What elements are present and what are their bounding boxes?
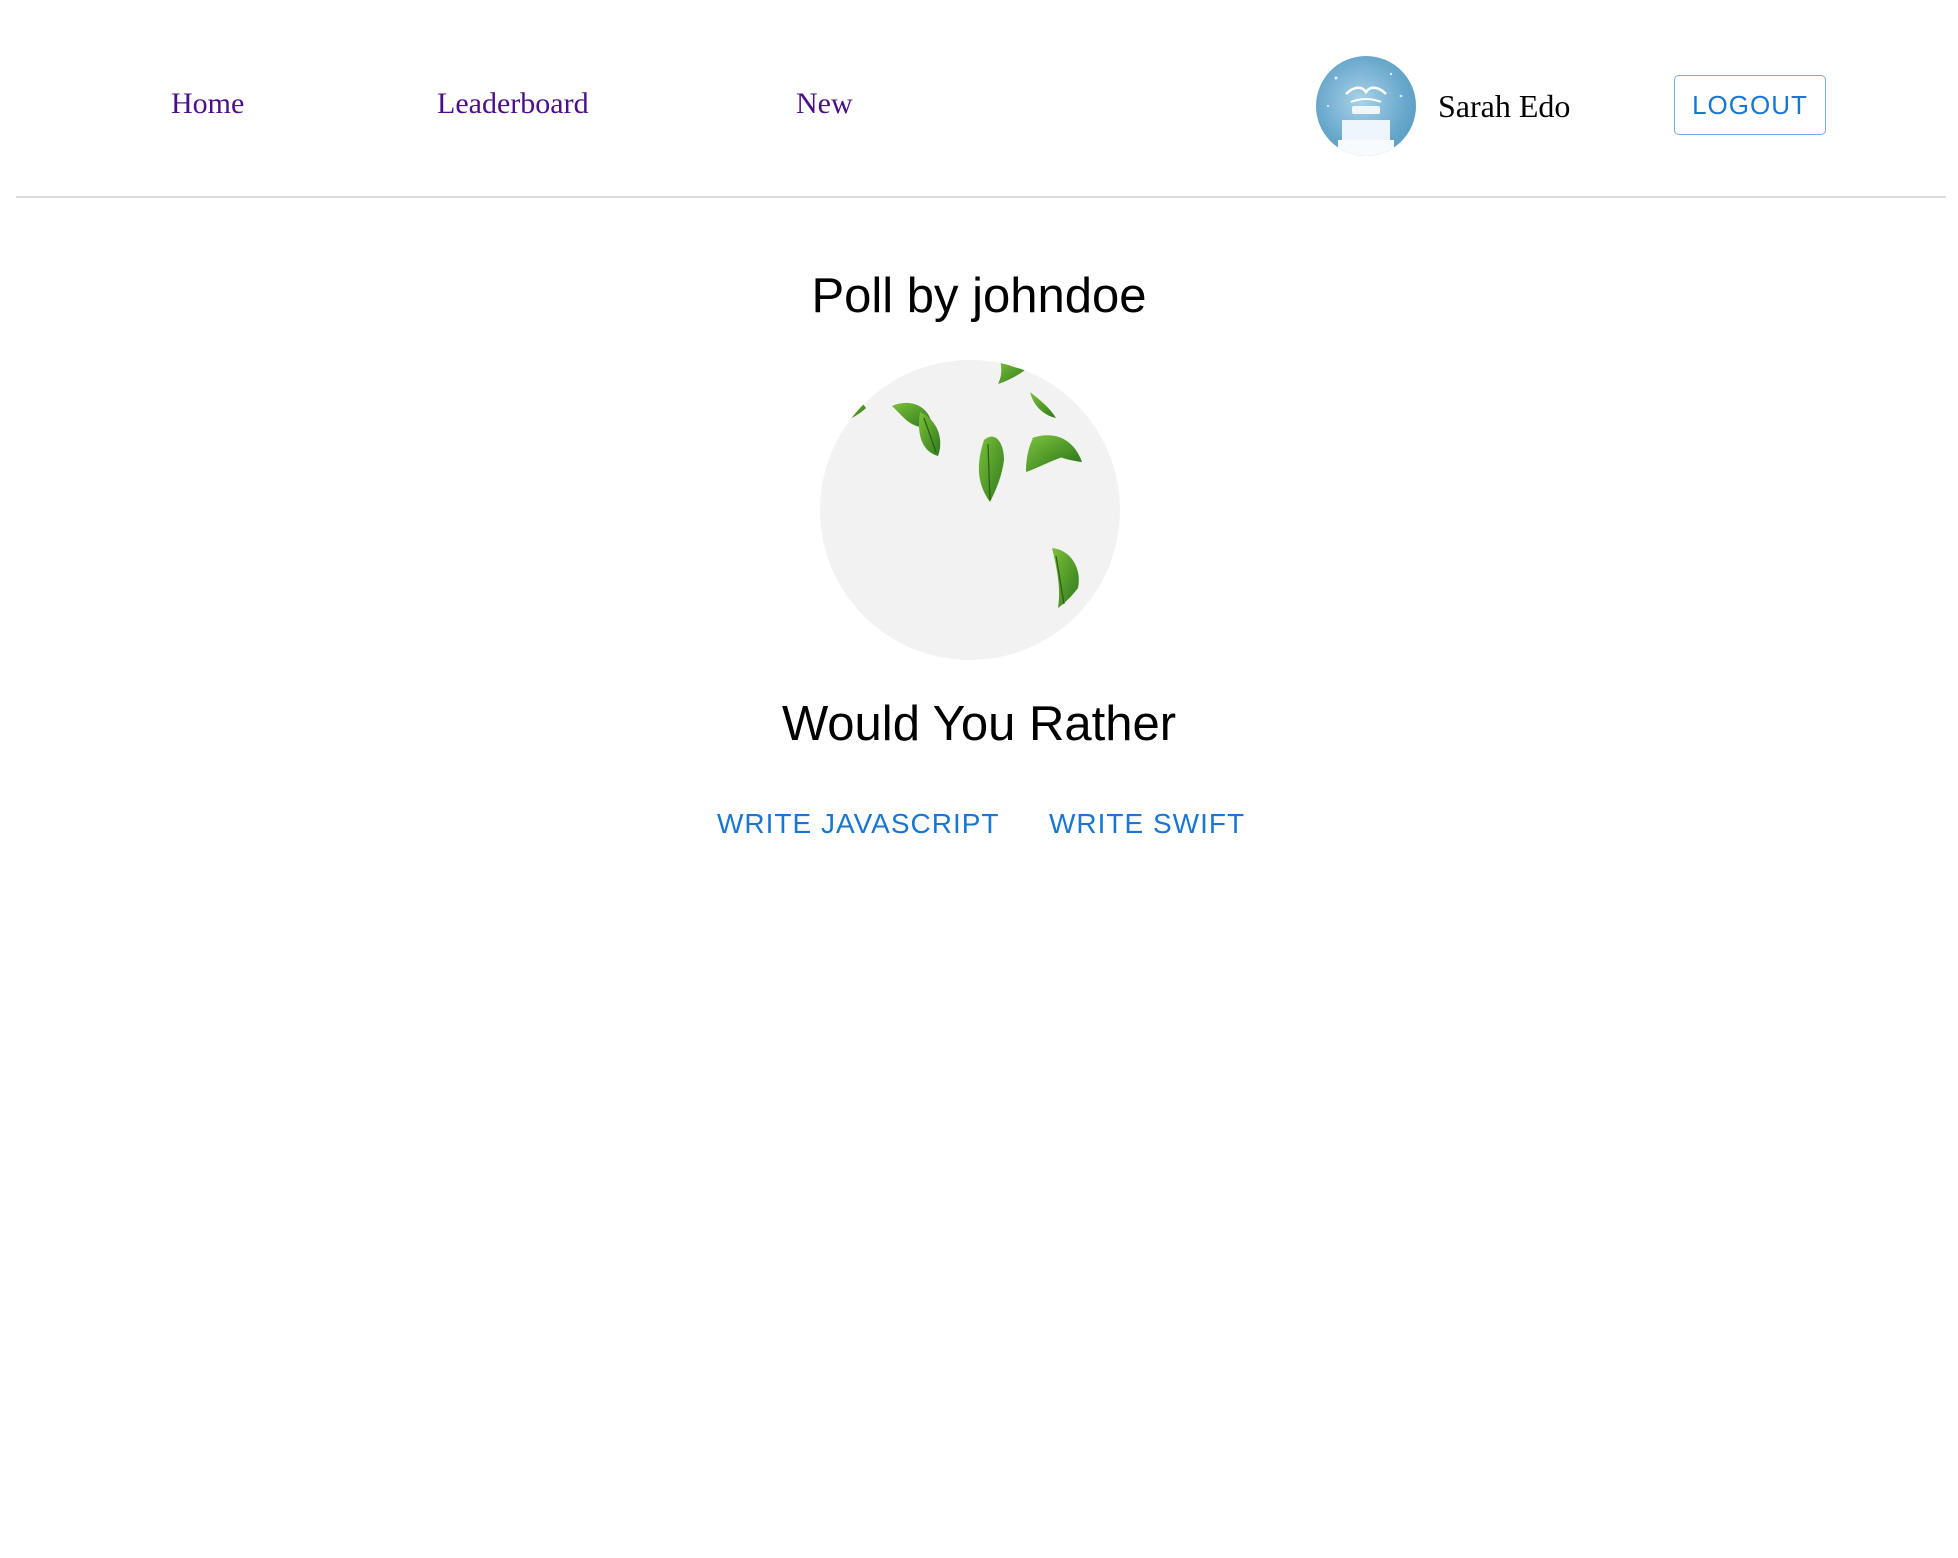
- nav-link-new[interactable]: New: [796, 86, 853, 122]
- nav-link-home[interactable]: Home: [171, 86, 244, 122]
- green-leaves-image: [844, 360, 1082, 608]
- poll-title: Poll by johndoe: [811, 269, 1147, 323]
- poll-author-avatar: [820, 360, 1120, 660]
- option-two-button[interactable]: WRITE SWIFT: [1049, 804, 1245, 844]
- user-name: Sarah Edo: [1438, 88, 1571, 124]
- option-one-button[interactable]: WRITE JAVASCRIPT: [717, 804, 1000, 844]
- question-heading: Would You Rather: [781, 697, 1177, 751]
- header-divider: [16, 196, 1946, 198]
- winter-sale-image: [1326, 72, 1403, 156]
- nav-link-leaderboard[interactable]: Leaderboard: [437, 86, 589, 122]
- logout-button[interactable]: LOGOUT: [1674, 75, 1826, 135]
- user-avatar: [1316, 56, 1416, 156]
